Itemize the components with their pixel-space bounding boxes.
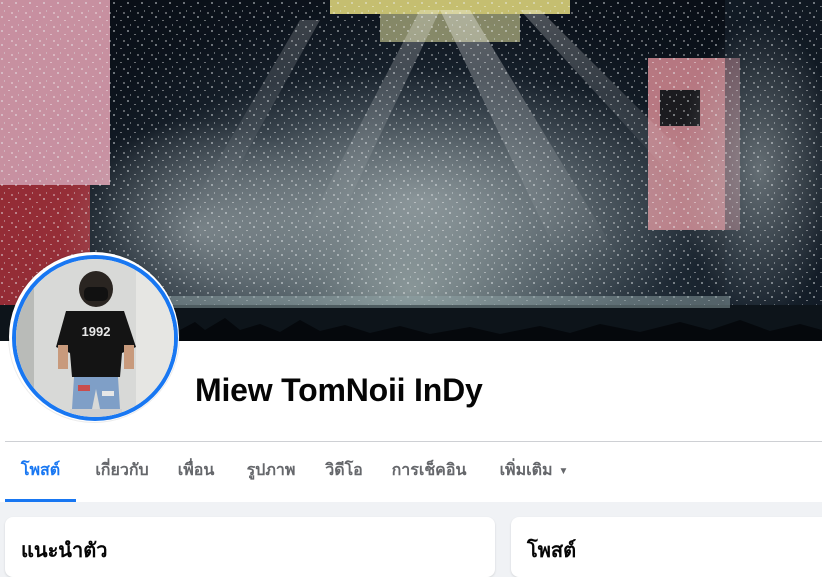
tab-videos[interactable]: วิดีโอ (318, 442, 370, 502)
posts-card: โพสต์ (511, 517, 822, 577)
tab-about[interactable]: เกี่ยวกับ (83, 442, 161, 502)
posts-card-title: โพสต์ (527, 540, 577, 562)
intro-card: แนะนำตัว (5, 517, 495, 577)
tab-checkins[interactable]: การเช็คอิน (386, 442, 472, 502)
avatar-photo: 1992 (16, 259, 174, 417)
svg-text:1992: 1992 (82, 324, 111, 339)
avatar[interactable]: 1992 (12, 255, 178, 421)
profile-name: Miew TomNoii InDy (195, 372, 483, 408)
tab-posts[interactable]: โพสต์ (5, 442, 76, 502)
intro-card-title: แนะนำตัว (21, 540, 108, 562)
caret-down-icon: ▼ (558, 466, 569, 477)
tab-more[interactable]: เพิ่มเติม ▼ (489, 442, 579, 502)
tab-friends[interactable]: เพื่อน (168, 442, 224, 502)
tab-photos[interactable]: รูปภาพ (235, 442, 307, 502)
